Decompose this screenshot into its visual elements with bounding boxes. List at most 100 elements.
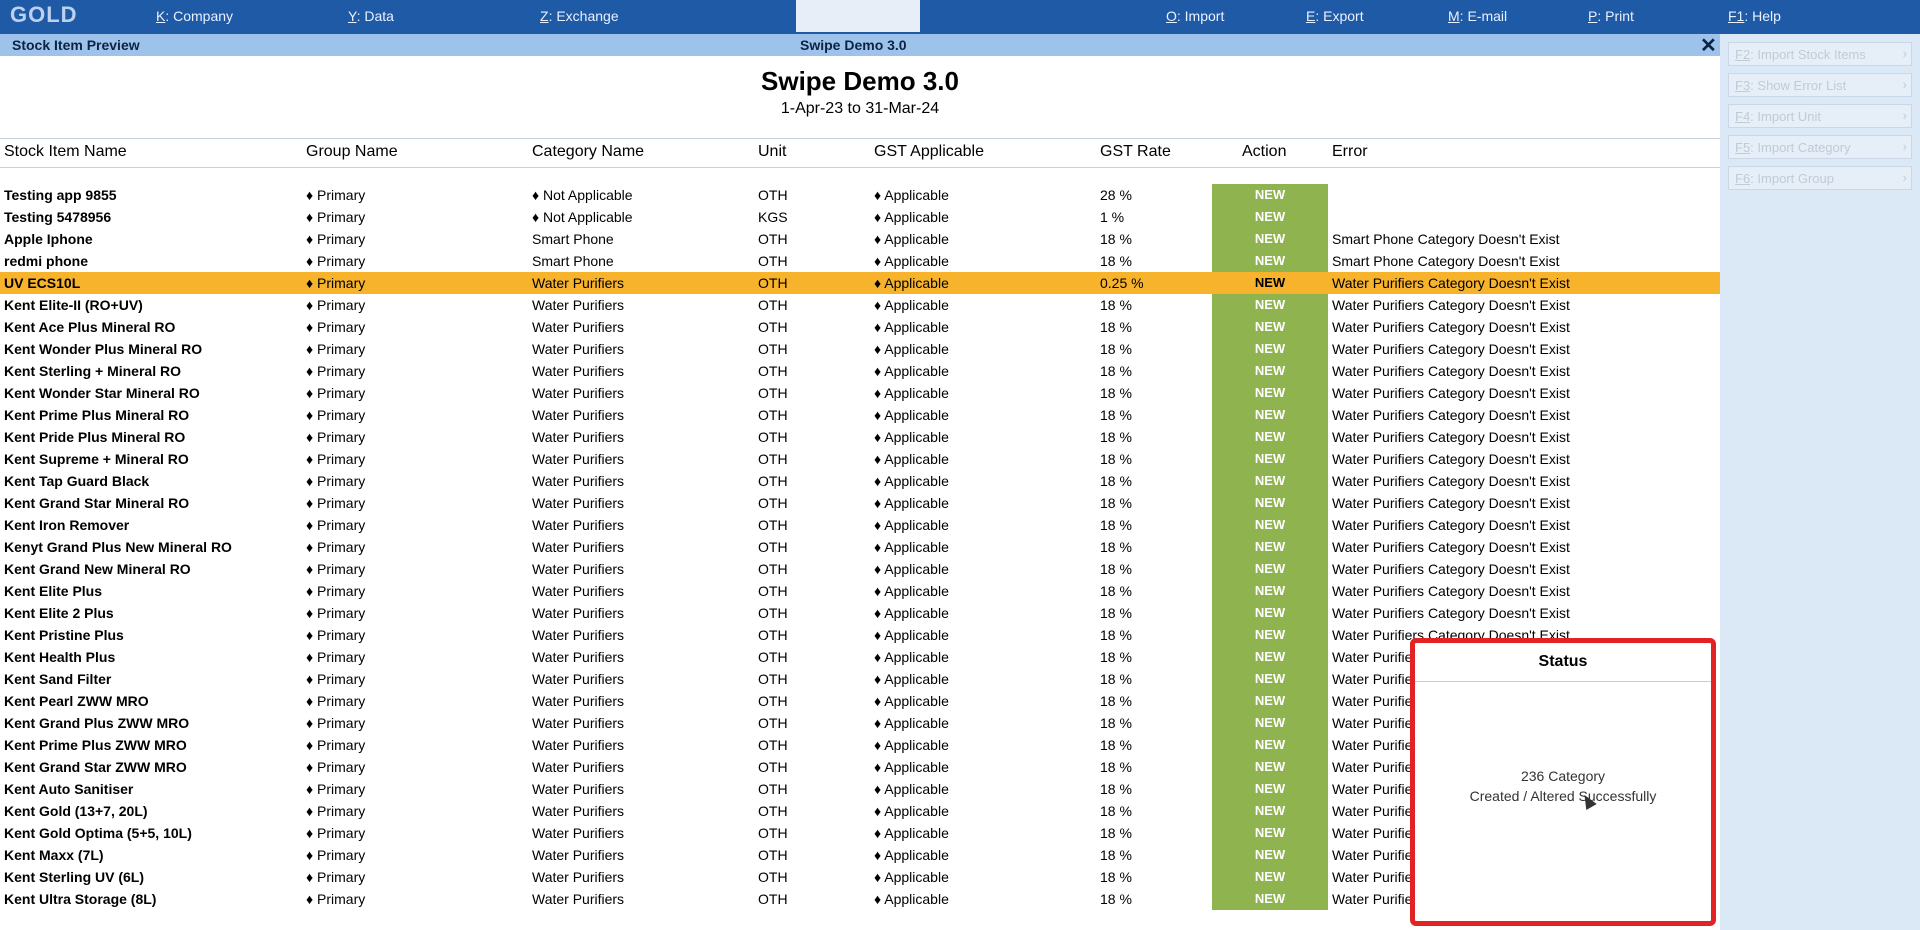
menu-import[interactable]: O: Import xyxy=(1166,8,1224,24)
cell-unit: OTH xyxy=(758,275,788,291)
table-row[interactable]: Kent Iron Remover ♦ Primary Water Purifier… xyxy=(0,514,1720,536)
cell-gst: ♦ Applicable xyxy=(874,407,949,423)
company-name: Swipe Demo 3.0 xyxy=(800,37,907,53)
cell-gst: ♦ Applicable xyxy=(874,737,949,753)
cell-unit: OTH xyxy=(758,495,788,511)
menu-email[interactable]: M: E-mail xyxy=(1448,8,1507,24)
cell-rate: 18 % xyxy=(1100,781,1132,797)
cell-unit: OTH xyxy=(758,869,788,885)
table-row[interactable]: Kent Tap Guard Black ♦ Primary Water Purif… xyxy=(0,470,1720,492)
table-row[interactable]: Testing 5478956 ♦ Primary ♦ Not Applicable… xyxy=(0,206,1720,228)
cell-name: Kent Pristine Plus xyxy=(4,627,124,643)
table-row[interactable]: Kent Wonder Plus Mineral RO ♦ Primary Wate… xyxy=(0,338,1720,360)
action-badge: NEW xyxy=(1212,690,1328,712)
import-group-button[interactable]: F6: Import Group › xyxy=(1728,166,1912,190)
cell-rate: 18 % xyxy=(1100,451,1132,467)
brand-label: GOLD xyxy=(10,2,78,27)
cell-gst: ♦ Applicable xyxy=(874,275,949,291)
cell-unit: OTH xyxy=(758,187,788,203)
table-row[interactable]: Kenyt Grand Plus New Mineral RO ♦ Primary… xyxy=(0,536,1720,558)
table-row[interactable]: Apple Iphone ♦ Primary Smart Phone OTH ♦ App… xyxy=(0,228,1720,250)
import-stock-items-button[interactable]: F2: Import Stock Items › xyxy=(1728,42,1912,66)
cell-name: Kent Sterling + Mineral RO xyxy=(4,363,181,379)
cell-rate: 18 % xyxy=(1100,297,1132,313)
cell-category: Water Purifiers xyxy=(532,473,625,489)
menu-exchange[interactable]: Z: Exchange xyxy=(540,8,619,24)
cell-name: Kent Prime Plus Mineral RO xyxy=(4,407,190,423)
table-row[interactable]: Kent Pride Plus Mineral RO ♦ Primary Water… xyxy=(0,426,1720,448)
menu-help[interactable]: F1: Help xyxy=(1728,8,1781,24)
cell-unit: OTH xyxy=(758,451,788,467)
cell-unit: OTH xyxy=(758,539,788,555)
cell-rate: 18 % xyxy=(1100,847,1132,863)
menu-print[interactable]: P: Print xyxy=(1588,8,1634,24)
cell-name: Testing 5478956 xyxy=(4,209,112,225)
col-error: Error xyxy=(1332,143,1368,160)
table-row[interactable]: Kent Grand New Mineral RO ♦ Primary Water … xyxy=(0,558,1720,580)
import-unit-button[interactable]: F4: Import Unit › xyxy=(1728,104,1912,128)
cell-category: Water Purifiers xyxy=(532,847,625,863)
cell-category: Water Purifiers xyxy=(532,649,625,665)
cell-name: Kent Grand Plus ZWW MRO xyxy=(4,715,190,731)
cell-group: ♦ Primary xyxy=(306,781,366,797)
table-row[interactable]: Kent Elite-II (RO+UV) ♦ Primary Water Puri… xyxy=(0,294,1720,316)
menu-export[interactable]: E: Export xyxy=(1306,8,1364,24)
table-row[interactable]: Kent Elite Plus ♦ Primary Water Purifiers O… xyxy=(0,580,1720,602)
table-row[interactable]: Kent Wonder Star Mineral RO ♦ Primary Wate… xyxy=(0,382,1720,404)
cell-gst: ♦ Applicable xyxy=(874,825,949,841)
table-row[interactable]: UV ECS10L ♦ Primary Water Purifiers OTH ♦ Ap… xyxy=(0,272,1720,294)
import-category-button[interactable]: F5: Import Category › xyxy=(1728,135,1912,159)
action-badge: NEW xyxy=(1212,668,1328,690)
cell-unit: OTH xyxy=(758,803,788,819)
cell-unit: OTH xyxy=(758,429,788,445)
cell-unit: OTH xyxy=(758,671,788,687)
menu-data[interactable]: Y: Data xyxy=(348,8,394,24)
cell-name: Kent Sand Filter xyxy=(4,671,112,687)
cell-rate: 18 % xyxy=(1100,759,1132,775)
cell-name: Kent Prime Plus ZWW MRO xyxy=(4,737,187,753)
action-badge: NEW xyxy=(1212,514,1328,536)
cell-category: Water Purifiers xyxy=(532,275,625,291)
chevron-right-icon: › xyxy=(1902,170,1907,185)
cell-gst: ♦ Applicable xyxy=(874,781,949,797)
cell-rate: 28 % xyxy=(1100,187,1132,203)
action-badge: NEW xyxy=(1212,712,1328,734)
cell-rate: 18 % xyxy=(1100,869,1132,885)
table-row[interactable]: Kent Elite 2 Plus ♦ Primary Water Purifier… xyxy=(0,602,1720,624)
table-row[interactable]: Kent Prime Plus Mineral RO ♦ Primary Water… xyxy=(0,404,1720,426)
cell-rate: 18 % xyxy=(1100,495,1132,511)
cell-category: Smart Phone xyxy=(532,253,614,269)
action-badge: NEW xyxy=(1212,866,1328,888)
table-row[interactable]: Kent Ace Plus Mineral RO ♦ Primary Water P… xyxy=(0,316,1720,338)
table-row[interactable]: Kent Supreme + Mineral RO ♦ Primary Water … xyxy=(0,448,1720,470)
table-row[interactable]: redmi phone ♦ Primary Smart Phone OTH ♦ Appl… xyxy=(0,250,1720,272)
menu-company[interactable]: K: Company xyxy=(156,8,233,24)
table-row[interactable]: Kent Grand Star Mineral RO ♦ Primary Water… xyxy=(0,492,1720,514)
cell-unit: OTH xyxy=(758,825,788,841)
menu-highlight[interactable] xyxy=(796,0,920,32)
cell-name: Kent Grand Star ZWW MRO xyxy=(4,759,187,775)
cell-rate: 18 % xyxy=(1100,891,1132,907)
cell-rate: 18 % xyxy=(1100,473,1132,489)
cell-group: ♦ Primary xyxy=(306,693,366,709)
cell-group: ♦ Primary xyxy=(306,253,366,269)
cell-rate: 18 % xyxy=(1100,671,1132,687)
action-badge: NEW xyxy=(1212,382,1328,404)
close-icon[interactable]: ✕ xyxy=(1700,33,1717,58)
cell-error: Smart Phone Category Doesn't Exist xyxy=(1332,253,1560,269)
cell-name: redmi phone xyxy=(4,253,89,269)
show-error-list-button[interactable]: F3: Show Error List › xyxy=(1728,73,1912,97)
cell-gst: ♦ Applicable xyxy=(874,495,949,511)
cell-group: ♦ Primary xyxy=(306,627,366,643)
table-row[interactable]: Kent Sterling + Mineral RO ♦ Primary Water… xyxy=(0,360,1720,382)
cell-category: Water Purifiers xyxy=(532,869,625,885)
cell-name: Kent Gold (13+7, 20L) xyxy=(4,803,148,819)
chevron-right-icon: › xyxy=(1902,46,1907,61)
cell-error: Water Purifiers Category Doesn't Exist xyxy=(1332,539,1570,555)
status-dialog[interactable]: Status 236 Category Created / Altered Su… xyxy=(1410,638,1716,926)
cell-rate: 18 % xyxy=(1100,605,1132,621)
cell-rate: 18 % xyxy=(1100,737,1132,753)
cell-error: Water Purifiers Category Doesn't Exist xyxy=(1332,605,1570,621)
cell-rate: 18 % xyxy=(1100,319,1132,335)
table-row[interactable]: Testing app 9855 ♦ Primary ♦ Not Applicabl… xyxy=(0,184,1720,206)
